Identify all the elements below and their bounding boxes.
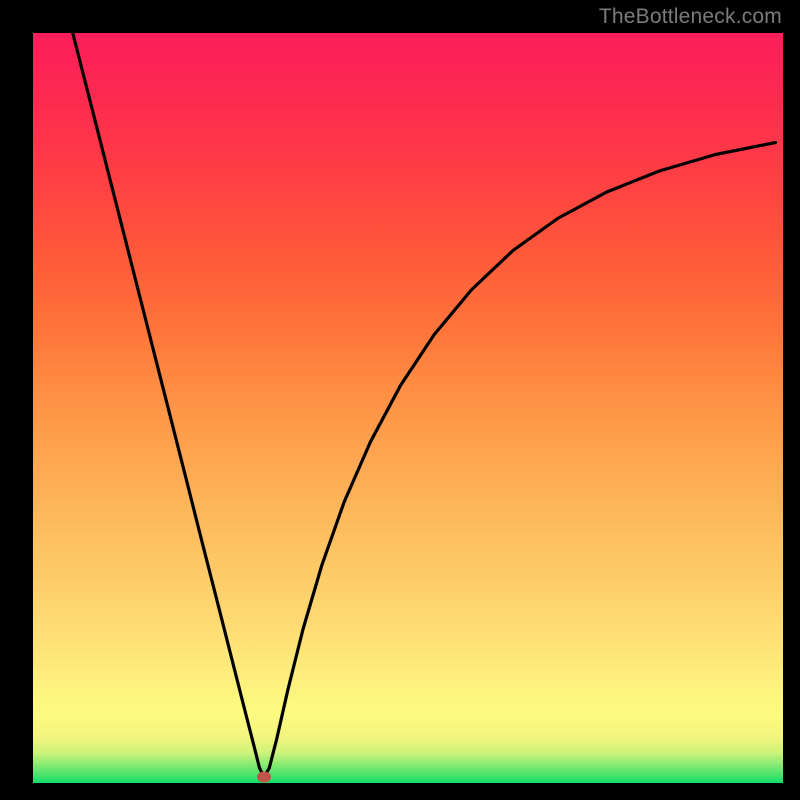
minimum-marker <box>257 772 271 783</box>
plot-area <box>33 33 783 783</box>
watermark-text: TheBottleneck.com <box>599 5 782 29</box>
bottleneck-curve <box>33 33 783 783</box>
chart-root: TheBottleneck.com <box>0 0 800 800</box>
